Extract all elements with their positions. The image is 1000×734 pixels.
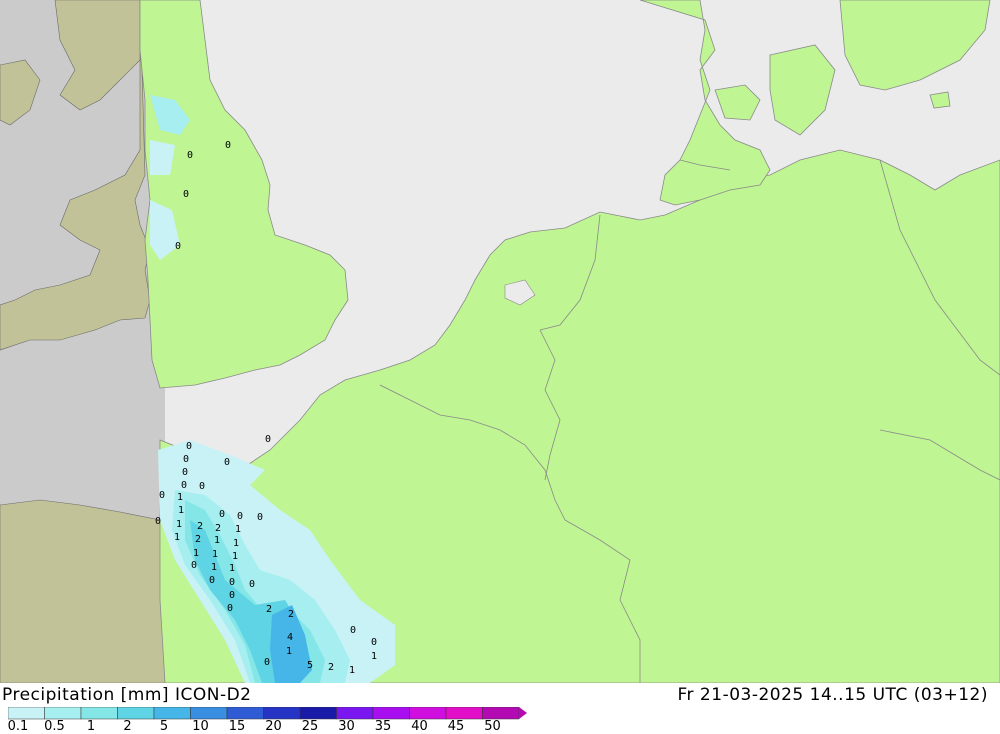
land-outside-domain-brittany: [0, 499, 166, 683]
unit-label: [mm]: [120, 685, 170, 705]
precipitation-value: 0: [183, 189, 189, 200]
precipitation-value: 0: [264, 657, 270, 668]
color-scale-label: 0.5: [44, 719, 65, 734]
precipitation-value: 0: [249, 579, 255, 590]
color-scale-label: 45: [447, 719, 465, 734]
color-scale-box: [117, 707, 155, 720]
color-scale-labels: 0.1 0.5 1 2 5 10 15 20 25 30 35 40 45 50: [0, 719, 1000, 734]
precipitation-value: 4: [287, 632, 293, 643]
precipitation-value: 0: [209, 575, 215, 586]
color-scale-label: 35: [374, 719, 392, 734]
precipitation-value: 0: [191, 560, 197, 571]
color-scale-label: 40: [411, 719, 428, 734]
precipitation-value: 5: [307, 660, 313, 671]
precipitation-value: 0: [371, 637, 377, 648]
precipitation-value: 2: [266, 604, 272, 615]
color-scale-label: 30: [338, 719, 355, 734]
precipitation-value: 1: [371, 651, 377, 662]
color-scale-box: [226, 707, 264, 720]
color-scale-box: [482, 707, 520, 720]
precipitation-value: 1: [178, 505, 184, 516]
model-label: ICON-D2: [174, 685, 252, 705]
precipitation-value: 0: [225, 140, 231, 151]
precipitation-value: 1: [174, 532, 180, 543]
color-scale-box: [153, 707, 191, 720]
precipitation-value: 1: [211, 562, 217, 573]
precipitation-value: 0: [187, 150, 193, 161]
precipitation-value: 0: [182, 467, 188, 478]
precipitation-value: 2: [195, 534, 201, 545]
color-scale-label: 0.1: [7, 719, 29, 734]
precipitation-value: 1: [212, 549, 218, 560]
precipitation-value: 0: [183, 454, 189, 465]
precipitation-value: 1: [232, 551, 238, 562]
color-scale-label: 1: [86, 719, 96, 734]
color-scale-label: 25: [301, 719, 319, 734]
precipitation-value: 0: [155, 516, 161, 527]
precipitation-value: 0: [229, 577, 235, 588]
color-scale-box: [299, 707, 337, 720]
precipitation-value: 0: [199, 481, 205, 492]
precipitation-value: 0: [159, 490, 165, 501]
precipitation-value: 1: [176, 519, 182, 530]
precipitation-value: 0: [229, 590, 235, 601]
precipitation-value: 0: [175, 241, 181, 252]
precipitation-value: 2: [288, 609, 294, 620]
color-scale-box: [445, 707, 483, 720]
precipitation-value: 0: [224, 457, 230, 468]
color-scale-box: [336, 707, 374, 720]
variable-label: Precipitation: [2, 685, 115, 705]
color-scale-box: [44, 707, 82, 720]
precipitation-value: 0: [237, 511, 243, 522]
color-scale-box: [8, 707, 45, 720]
precipitation-value: 1: [214, 535, 220, 546]
valid-time-label: Fr 21-03-2025 14..15 UTC (03+12): [677, 685, 988, 705]
color-scale-box: [190, 707, 228, 720]
precipitation-value: 1: [229, 563, 235, 574]
precipitation-value: 0: [186, 441, 192, 452]
precipitation-value: 1: [233, 538, 239, 549]
precipitation-value: 0: [265, 434, 271, 445]
precipitation-value: 0: [181, 480, 187, 491]
color-scale-label: 20: [265, 719, 282, 734]
color-scale-box: [409, 707, 447, 720]
precipitation-value: 0: [350, 625, 356, 636]
color-scale-label: 10: [192, 719, 209, 734]
precipitation-value: 1: [193, 548, 199, 559]
color-scale-box: [80, 707, 118, 720]
map-title: Precipitation [mm] ICON-D2: [2, 685, 252, 705]
color-scale-arrow: [519, 707, 527, 719]
land-bornholm: [929, 91, 951, 109]
precipitation-value: 2: [328, 662, 334, 673]
precipitation-value: 2: [197, 521, 203, 532]
footer-bar: Precipitation [mm] ICON-D2 Fr 21-03-2025…: [0, 683, 1000, 734]
color-scale-box: [263, 707, 301, 720]
precipitation-value: 1: [235, 524, 241, 535]
color-scale-label: 2: [123, 719, 132, 734]
precipitation-value: 1: [349, 665, 355, 676]
precipitation-value: 2: [215, 523, 221, 534]
precipitation-map: 000000000000111 2 2 11100 0011 1 11100 0 00022 24…: [0, 0, 1000, 683]
precipitation-value: 1: [286, 646, 292, 657]
precipitation-value: 1: [177, 492, 183, 503]
color-scale-label: 15: [228, 719, 246, 734]
precipitation-value: 0: [219, 509, 225, 520]
color-scale-label: 5: [159, 719, 169, 734]
color-scale-box: [372, 707, 410, 720]
precipitation-value: 0: [257, 512, 263, 523]
color-scale-label: 50: [484, 719, 501, 734]
precipitation-value: 0: [227, 603, 233, 614]
